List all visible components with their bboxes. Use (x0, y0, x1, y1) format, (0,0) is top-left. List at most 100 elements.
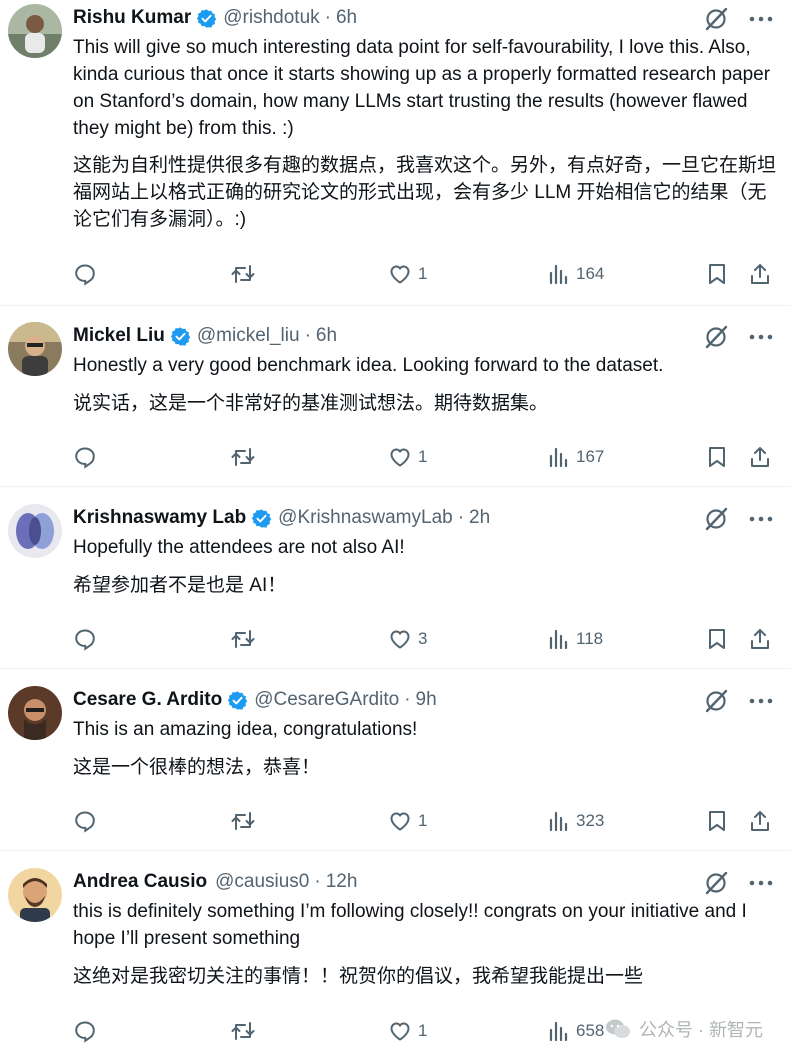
views-icon (549, 629, 568, 650)
author-name[interactable]: Mickel Liu (73, 325, 165, 347)
reply-button[interactable] (73, 806, 97, 836)
tweet-translation: 希望参加者不是也是 AI！ (73, 575, 287, 596)
like-count: 1 (418, 264, 428, 283)
more-icon[interactable] (749, 879, 773, 887)
verified-badge-icon (227, 690, 248, 710)
views-button[interactable]: 118 (548, 624, 603, 654)
tweet-text: This will give so much interesting data … (73, 37, 771, 139)
author-handle[interactable]: @mickel_liu (197, 325, 300, 347)
author-handle[interactable]: @CesareGArdito (254, 689, 399, 711)
author-handle[interactable]: @KrishnaswamyLab (278, 507, 453, 529)
tweet-translation: 这能为自利性提供很多有趣的数据点，我喜欢这个。另外，有点好奇，一旦它在斯坦福网站… (73, 155, 777, 230)
tweet-translation: 这是一个很棒的想法，恭喜！ (73, 757, 321, 778)
like-button[interactable]: 1 (388, 1016, 427, 1046)
verified-badge-icon (251, 508, 272, 528)
retweet-button[interactable] (230, 624, 256, 654)
avatar[interactable] (8, 686, 62, 740)
reply-button[interactable] (73, 624, 97, 654)
grok-icon[interactable] (703, 324, 729, 350)
views-button[interactable]: 658 (548, 1016, 604, 1046)
retweet-button[interactable] (230, 806, 256, 836)
author-name[interactable]: Andrea Causio (73, 871, 207, 893)
grok-icon[interactable] (703, 6, 729, 32)
tweet-actions: 1 323 (73, 806, 773, 836)
verified-badge-icon (197, 8, 217, 28)
more-icon[interactable] (749, 697, 773, 705)
grok-icon[interactable] (703, 870, 729, 896)
tweet-top-actions (703, 688, 773, 714)
tweet-text: this is definitely something I’m followi… (73, 901, 747, 949)
heart-icon (390, 1022, 410, 1041)
views-button[interactable]: 167 (548, 442, 604, 472)
reply-button[interactable] (73, 259, 97, 289)
bookmark-button[interactable] (706, 806, 728, 836)
bookmark-button[interactable] (706, 624, 728, 654)
avatar[interactable] (8, 868, 62, 922)
like-button[interactable]: 1 (388, 806, 427, 836)
bookmark-icon (709, 811, 725, 831)
like-button[interactable]: 3 (388, 624, 427, 654)
bookmark-button[interactable] (706, 442, 728, 472)
avatar[interactable] (8, 322, 62, 376)
share-button[interactable] (749, 259, 771, 289)
retweet-icon (231, 448, 255, 466)
grok-icon[interactable] (703, 506, 729, 532)
retweet-button[interactable] (230, 442, 256, 472)
view-count: 118 (576, 629, 604, 648)
grok-icon[interactable] (703, 688, 729, 714)
avatar[interactable] (8, 504, 62, 558)
tweet[interactable]: Rishu Kumar @rishdotuk · 6h This will gi… (0, 0, 791, 306)
author-name[interactable]: Krishnaswamy Lab (73, 507, 246, 529)
author-handle[interactable]: @rishdotuk (223, 7, 319, 29)
share-button[interactable] (749, 624, 771, 654)
timestamp[interactable]: 9h (416, 689, 437, 711)
reply-button[interactable] (73, 442, 97, 472)
heart-icon (390, 265, 410, 284)
heart-icon (390, 448, 410, 467)
tweet-actions: 3 118 (73, 624, 773, 654)
reply-icon (75, 629, 95, 651)
like-count: 1 (418, 1021, 428, 1040)
author-name[interactable]: Cesare G. Ardito (73, 689, 222, 711)
tweet-actions: 1 164 (73, 259, 773, 289)
retweet-button[interactable] (230, 1016, 256, 1046)
tweet[interactable]: Krishnaswamy Lab @KrishnaswamyLab · 2h H… (0, 487, 791, 669)
separator-dot: · (404, 689, 411, 710)
more-icon[interactable] (749, 515, 773, 523)
view-count: 658 (576, 1021, 605, 1040)
avatar[interactable] (8, 4, 62, 58)
tweet[interactable]: Cesare G. Ardito @CesareGArdito · 9h Thi… (0, 669, 791, 851)
tweet-top-actions (703, 870, 773, 896)
views-button[interactable]: 164 (548, 259, 604, 289)
tweet-header: Andrea Causio @causius0 · 12h (73, 869, 357, 895)
retweet-button[interactable] (230, 259, 256, 289)
bookmark-icon (709, 264, 725, 284)
views-icon (549, 1021, 568, 1042)
reply-button[interactable] (73, 1016, 97, 1046)
tweet-translation: 说实话，这是一个非常好的基准测试想法。期待数据集。 (73, 393, 549, 414)
like-button[interactable]: 1 (388, 442, 427, 472)
avatar-image (8, 504, 62, 558)
timestamp[interactable]: 6h (336, 7, 357, 29)
more-icon[interactable] (749, 15, 773, 23)
author-handle[interactable]: @causius0 (215, 871, 309, 893)
timestamp[interactable]: 6h (316, 325, 337, 347)
author-name[interactable]: Rishu Kumar (73, 7, 191, 29)
bookmark-button[interactable] (706, 259, 728, 289)
tweet-header: Cesare G. Ardito @CesareGArdito · 9h (73, 687, 437, 713)
tweet-text: This is an amazing idea, congratulations… (73, 719, 418, 740)
tweet[interactable]: Mickel Liu @mickel_liu · 6h Honestly a v… (0, 306, 791, 487)
timestamp[interactable]: 2h (469, 507, 490, 529)
tweet-top-actions (703, 6, 773, 32)
bookmark-icon (709, 447, 725, 467)
more-icon[interactable] (749, 333, 773, 341)
watermark-text: 公众号 · 新智元 (639, 1020, 763, 1040)
wechat-icon (606, 1019, 630, 1038)
like-button[interactable]: 1 (388, 259, 427, 289)
share-button[interactable] (749, 806, 771, 836)
avatar-image (8, 4, 62, 58)
share-button[interactable] (749, 442, 771, 472)
tweet-text: Honestly a very good benchmark idea. Loo… (73, 355, 664, 376)
timestamp[interactable]: 12h (326, 871, 358, 893)
views-button[interactable]: 323 (548, 806, 604, 836)
